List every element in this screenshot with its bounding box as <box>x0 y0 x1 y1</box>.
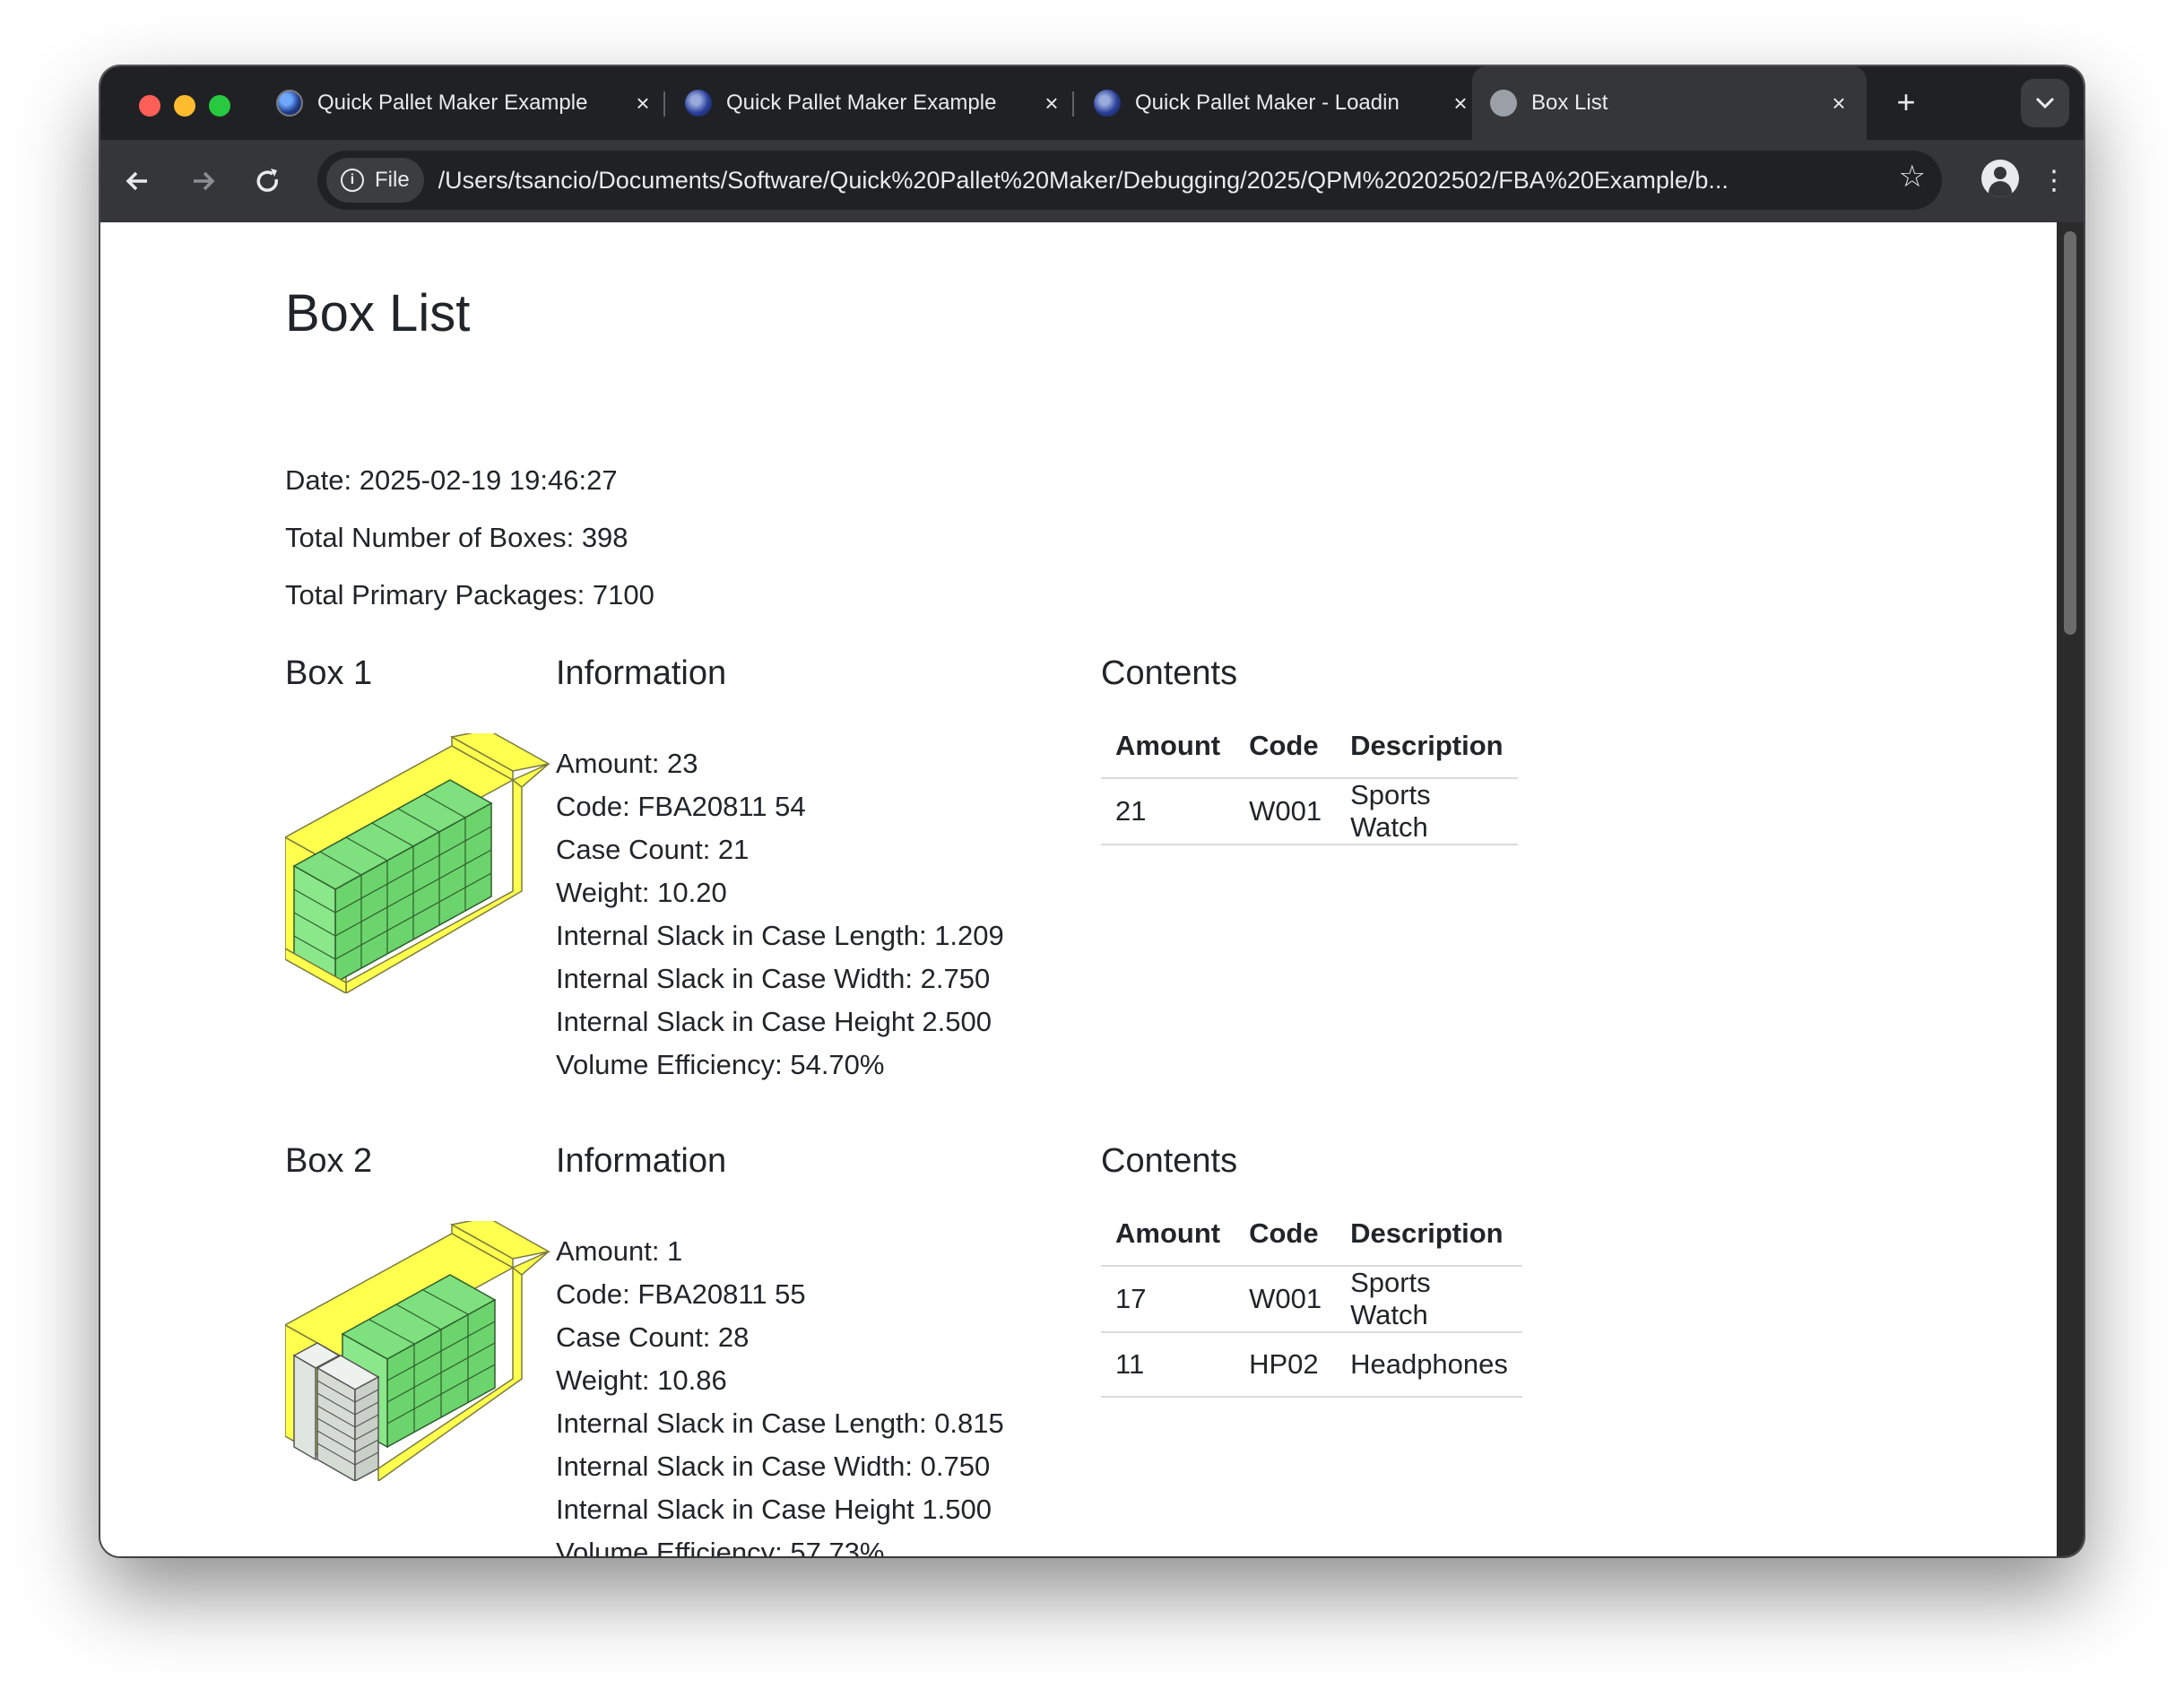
tab-title: Quick Pallet Maker Example <box>726 91 997 115</box>
info-line: Internal Slack in Case Width: 0.750 <box>556 1451 991 1482</box>
info-line: Volume Efficiency: 57.73% <box>556 1537 885 1556</box>
information-heading: Information <box>556 1142 727 1180</box>
new-tab-button[interactable]: + <box>1886 82 1926 122</box>
back-button[interactable] <box>117 160 160 203</box>
description-cell: Headphones <box>1336 1332 1522 1398</box>
code-cell: HP02 <box>1235 1332 1337 1398</box>
contents-heading: Contents <box>1101 1142 1238 1180</box>
box-packing-diagram <box>285 733 551 993</box>
tab-title: Box List <box>1531 91 1608 115</box>
table-row: 17 W001 Sports Watch <box>1101 1266 1522 1333</box>
box-title: Box 2 <box>285 1142 373 1180</box>
tab-1[interactable]: Quick Pallet Maker Example × <box>276 66 653 140</box>
page-content: Box List Date: 2025-02-19 19:46:27 Total… <box>100 222 2057 1556</box>
close-icon[interactable]: × <box>633 90 653 117</box>
column-header: Amount <box>1101 1201 1235 1267</box>
info-line: Case Count: 21 <box>556 834 750 865</box>
tab-box-list[interactable]: Box List × <box>1472 66 1867 140</box>
tab-divider <box>663 91 665 117</box>
box-information: Amount: 23 Code: FBA20811 54 Case Count:… <box>556 742 1004 1087</box>
code-cell: W001 <box>1235 778 1337 845</box>
page-title: Box List <box>285 284 471 342</box>
box-packing-diagram <box>285 1221 551 1481</box>
tab-divider <box>1072 91 1074 117</box>
description-cell: Sports Watch <box>1336 1266 1522 1333</box>
close-icon[interactable]: × <box>1829 90 1849 117</box>
bookmark-star-icon[interactable]: ☆ <box>1899 159 1926 195</box>
information-heading: Information <box>556 654 727 692</box>
url-text[interactable]: /Users/tsancio/Documents/Software/Quick%… <box>438 167 1846 195</box>
contents-table: Amount Code Description 17 W001 Sports W… <box>1101 1201 1522 1398</box>
chevron-down-icon <box>2035 97 2055 109</box>
info-line: Internal Slack in Case Width: 2.750 <box>556 963 991 994</box>
tab-2[interactable]: Quick Pallet Maker Example × <box>685 66 1062 140</box>
contents-heading: Contents <box>1101 654 1238 692</box>
amount-cell: 21 <box>1101 778 1235 845</box>
box-information: Amount: 1 Code: FBA20811 55 Case Count: … <box>556 1230 1004 1556</box>
site-info-chip[interactable]: i File <box>326 158 424 203</box>
forward-button[interactable] <box>181 160 224 203</box>
report-date: Date: 2025-02-19 19:46:27 <box>285 464 618 496</box>
column-header: Amount <box>1101 714 1235 779</box>
column-header: Code <box>1235 1201 1337 1267</box>
menu-kebab-icon[interactable]: ⋮ <box>2041 160 2067 203</box>
address-bar[interactable]: i File /Users/tsancio/Documents/Software… <box>317 151 1942 210</box>
column-header: Description <box>1336 714 1518 779</box>
tab-bar: Quick Pallet Maker Example × Quick Palle… <box>100 66 2084 140</box>
total-packages: Total Primary Packages: 7100 <box>285 579 654 611</box>
tab-title: Quick Pallet Maker Example <box>317 91 588 115</box>
info-icon: i <box>341 169 364 192</box>
app-star-icon <box>685 90 712 117</box>
tab-search-button[interactable] <box>2021 79 2069 127</box>
browser-window: Quick Pallet Maker Example × Quick Palle… <box>100 66 2084 1556</box>
maximize-window-button[interactable] <box>209 95 230 117</box>
close-icon[interactable]: × <box>1042 90 1062 117</box>
profile-avatar-icon[interactable] <box>1981 160 2019 197</box>
amount-cell: 17 <box>1101 1266 1235 1333</box>
info-line: Code: FBA20811 55 <box>556 1278 806 1310</box>
contents-table: Amount Code Description 21 W001 Sports W… <box>1101 714 1518 845</box>
tab-3[interactable]: Quick Pallet Maker - Loadin × <box>1094 66 1470 140</box>
table-row: 21 W001 Sports Watch <box>1101 778 1518 845</box>
tab-title: Quick Pallet Maker - Loadin <box>1135 91 1400 115</box>
column-header: Code <box>1235 714 1337 779</box>
info-line: Case Count: 28 <box>556 1321 750 1353</box>
table-header-row: Amount Code Description <box>1101 1201 1522 1267</box>
app-star-icon <box>1094 90 1121 117</box>
total-boxes: Total Number of Boxes: 398 <box>285 522 628 553</box>
amount-cell: 11 <box>1101 1332 1235 1398</box>
page-scrollbar[interactable] <box>2057 222 2084 1556</box>
table-row: 11 HP02 Headphones <box>1101 1332 1522 1398</box>
reload-icon <box>256 169 278 192</box>
code-cell: W001 <box>1235 1266 1337 1333</box>
web-globe-icon <box>1490 90 1517 117</box>
box-title: Box 1 <box>285 654 373 692</box>
info-line: Weight: 10.20 <box>556 877 727 908</box>
app-globe-icon <box>276 90 303 117</box>
info-line: Internal Slack in Case Length: 0.815 <box>556 1408 1004 1439</box>
scrollbar-thumb[interactable] <box>2064 231 2076 635</box>
info-line: Internal Slack in Case Height 1.500 <box>556 1494 992 1525</box>
toolbar: i File /Users/tsancio/Documents/Software… <box>100 140 2084 222</box>
chip-label: File <box>375 168 410 192</box>
info-line: Weight: 10.86 <box>556 1364 727 1396</box>
minimize-window-button[interactable] <box>174 95 195 117</box>
info-line: Internal Slack in Case Length: 1.209 <box>556 920 1004 951</box>
back-arrow-icon <box>126 171 147 191</box>
table-header-row: Amount Code Description <box>1101 714 1518 779</box>
description-cell: Sports Watch <box>1336 778 1518 845</box>
info-line: Code: FBA20811 54 <box>556 791 806 822</box>
info-line: Volume Efficiency: 54.70% <box>556 1049 885 1080</box>
reload-button[interactable] <box>246 160 289 203</box>
info-line: Amount: 23 <box>556 748 698 779</box>
info-line: Amount: 1 <box>556 1235 683 1267</box>
column-header: Description <box>1336 1201 1522 1267</box>
close-icon[interactable]: × <box>1451 90 1470 117</box>
forward-arrow-icon <box>194 171 215 191</box>
close-window-button[interactable] <box>139 95 160 117</box>
info-line: Internal Slack in Case Height 2.500 <box>556 1006 992 1037</box>
